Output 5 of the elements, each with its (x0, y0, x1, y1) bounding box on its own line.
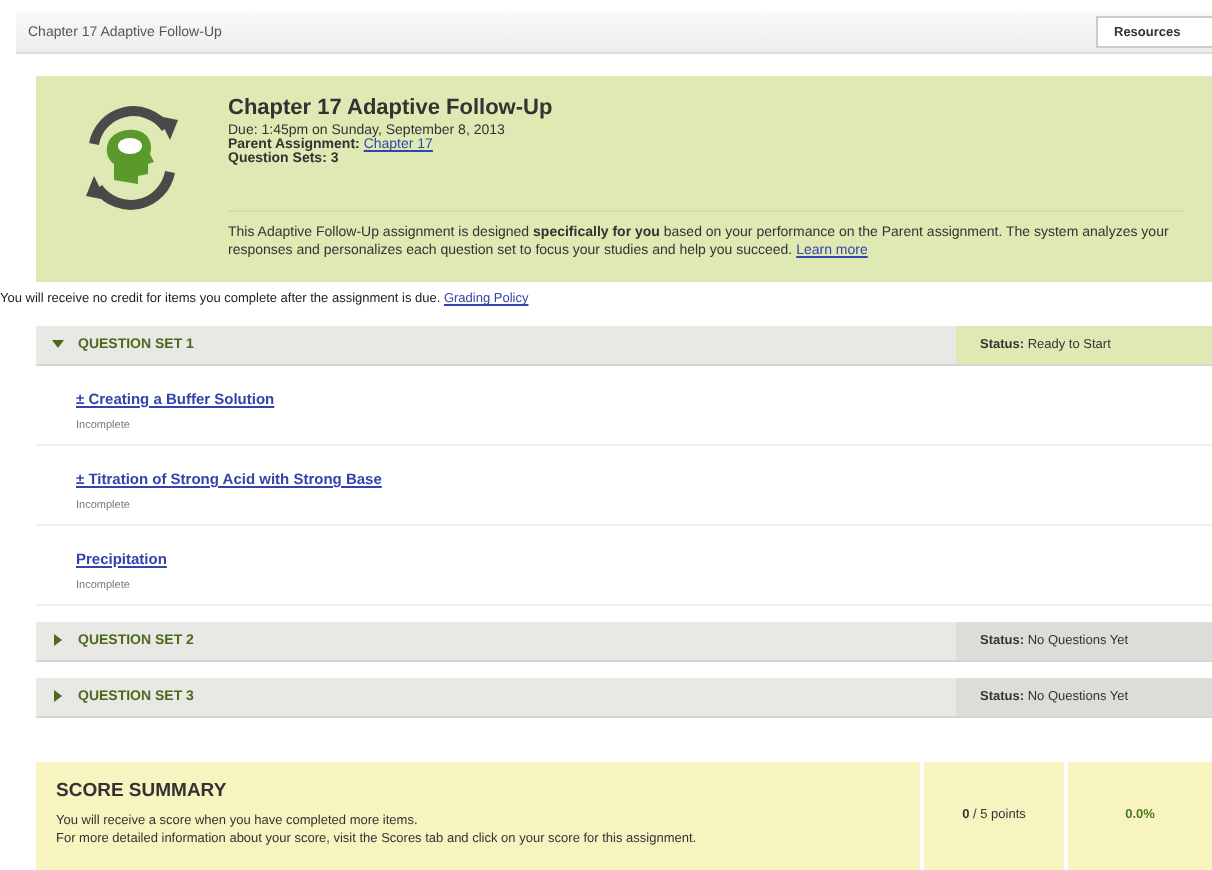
caret-right-icon[interactable] (52, 634, 64, 647)
score-summary-title: SCORE SUMMARY (56, 779, 229, 802)
caret-down-icon[interactable] (52, 338, 64, 351)
caret-right-icon[interactable] (52, 690, 64, 703)
assignment-title: Chapter 17 Adaptive Follow-Up (228, 96, 555, 120)
